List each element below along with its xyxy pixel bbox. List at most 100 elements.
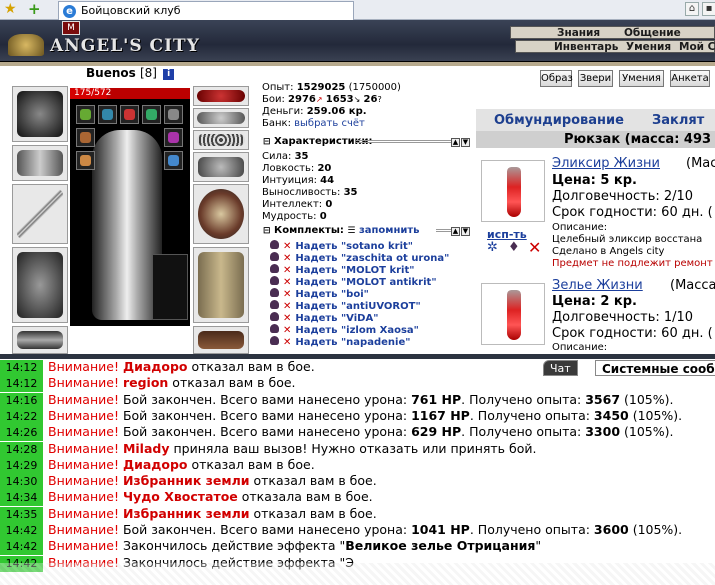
bank-select-link[interactable]: выбрать счёт (294, 118, 365, 129)
home-icon[interactable]: ⌂ (685, 2, 699, 16)
rune-slot-6[interactable] (76, 128, 95, 147)
message-time[interactable]: 14:30 (0, 474, 43, 491)
tab-system-messages[interactable]: Системные сообщ (595, 360, 715, 376)
feeds-icon[interactable]: ▪ (702, 2, 715, 16)
rune-slot-8[interactable] (76, 151, 95, 170)
message-time[interactable]: 14:42 (0, 523, 43, 539)
browser-toolbar: ★ + e Бойцовский клуб ⌂ ▪ (0, 0, 715, 20)
add-favorite-icon[interactable]: + (28, 0, 41, 18)
nav-my[interactable]: Мой С (679, 41, 715, 53)
site-logo[interactable]: ANGEL'S CITY (50, 36, 200, 56)
chat-message: 14:42 Внимание! Закончилось действие эффе… (0, 538, 541, 556)
pants-slot[interactable] (193, 247, 249, 323)
rune-slot-9[interactable] (164, 151, 183, 170)
rune-slot-1[interactable] (76, 105, 95, 124)
bag-icon (270, 276, 279, 285)
message-nick[interactable]: region (123, 375, 168, 390)
set-item[interactable]: ✕ Надеть "boi" (270, 288, 369, 300)
bag-icon[interactable]: ♦ (508, 240, 520, 255)
helmet-slot[interactable] (12, 86, 68, 142)
chat-message: 14:16 Внимание! Бой закончен. Всего вами … (0, 391, 673, 409)
message-nick[interactable]: Избранник земли (123, 506, 250, 521)
image-button[interactable]: Образ (540, 70, 573, 87)
message-time[interactable]: 14:22 (0, 408, 43, 425)
message-time[interactable]: 14:35 (0, 506, 43, 523)
message-nick[interactable]: Чудо Хвостатое (123, 489, 238, 504)
armor-slot[interactable] (12, 247, 68, 323)
message-warning: Внимание! (48, 375, 119, 391)
message-damage: 629 HP (411, 424, 462, 440)
message-damage: 761 HP (411, 391, 462, 407)
nav-inventory[interactable]: Инвентарь (554, 41, 618, 53)
nav-communication[interactable]: Общение (624, 27, 681, 39)
set-item[interactable]: ✕ Надеть "antiUVOROT" (270, 300, 421, 312)
set-item[interactable]: ✕ Надеть "zaschita ot urona" (270, 252, 449, 264)
rune-slot-4[interactable] (142, 105, 161, 124)
message-warning: Внимание! (48, 489, 119, 505)
browser-tab[interactable]: e Бойцовский клуб (58, 1, 354, 20)
inventory-tabs: Обмундирование Заклят (476, 109, 715, 131)
bracers-slot[interactable] (12, 145, 68, 181)
rune-slot-7[interactable] (164, 128, 183, 147)
item-made: Сделано в Angels city (552, 246, 665, 257)
message-text: отказал вам в бое. (168, 375, 296, 391)
backpack-title: Рюкзак (масса: 493 (476, 131, 715, 148)
set-item[interactable]: ✕ Надеть "napadenie" (270, 336, 410, 348)
message-time[interactable]: 14:26 (0, 425, 43, 442)
pets-button[interactable]: Звери (578, 70, 613, 87)
settings-icon[interactable]: ✲ (487, 240, 498, 255)
message-time[interactable]: 14:28 (0, 441, 43, 458)
tab-spells[interactable]: Заклят (652, 113, 704, 128)
delete-icon[interactable]: ✕ (283, 337, 291, 349)
chat-message: 14:28 Внимание! Milady приняла ваш вызов!… (0, 441, 536, 458)
message-warning: Внимание! (48, 359, 119, 374)
amulet-slot[interactable] (193, 86, 249, 106)
message-time[interactable]: 14:12 (0, 360, 43, 376)
message-time[interactable]: 14:34 (0, 490, 43, 507)
section-up-icon[interactable]: ▲ (451, 138, 460, 147)
section-down-icon[interactable]: ▼ (461, 227, 470, 236)
profile-button[interactable]: Анкета (670, 70, 710, 87)
nav-skills[interactable]: Умения (626, 41, 671, 53)
pet-image[interactable] (152, 254, 188, 320)
tab-chat[interactable]: Чат (543, 360, 578, 376)
favorites-star-icon[interactable]: ★ (4, 1, 17, 17)
earrings-slot[interactable] (193, 108, 249, 128)
message-time[interactable]: 14:29 (0, 457, 43, 474)
rune-slot-2[interactable] (98, 105, 117, 124)
info-icon[interactable]: i (163, 69, 175, 80)
set-item[interactable]: ✕ Надеть "ViDA" (270, 312, 378, 324)
tab-equipment[interactable]: Обмундирование (494, 113, 624, 128)
message-nick[interactable]: Диадоро (123, 457, 188, 472)
delete-icon[interactable]: ✕ (528, 238, 541, 257)
rune-slot-3[interactable] (120, 105, 139, 124)
shield-slot[interactable] (193, 184, 249, 244)
item-name[interactable]: Зелье Жизни (552, 278, 643, 293)
item-name[interactable]: Эликсир Жизни (552, 156, 660, 171)
message-time[interactable]: 14:12 (0, 376, 43, 393)
message-text: отказал вам в бое. (187, 456, 315, 472)
top-nav: Знания Общение (510, 26, 715, 39)
rune-slot-5[interactable] (164, 105, 183, 124)
belt-slot[interactable] (12, 326, 68, 354)
skills-button[interactable]: Умения (619, 70, 664, 87)
section-up-icon[interactable]: ▲ (451, 227, 460, 236)
remember-link[interactable]: запомнить (359, 225, 420, 236)
message-time[interactable]: 14:42 (0, 539, 43, 556)
nav-knowledge[interactable]: Знания (557, 27, 600, 39)
set-item[interactable]: ✕ Надеть "izlom Xaosa" (270, 324, 419, 336)
message-nick[interactable]: Milady (123, 441, 170, 456)
message-nick[interactable]: Избранник земли (123, 473, 250, 488)
message-damage: 1041 HP (411, 522, 470, 537)
set-item[interactable]: ✕ Надеть "MOLOT krit" (270, 264, 414, 276)
bag-icon (270, 288, 279, 297)
rings-slot[interactable] (193, 130, 249, 150)
message-nick[interactable]: Диадоро (123, 359, 188, 374)
message-time[interactable]: 14:16 (0, 392, 43, 409)
set-item[interactable]: ✕ Надеть "sotano krit" (270, 240, 413, 252)
section-down-icon[interactable]: ▼ (461, 138, 470, 147)
weapon-slot[interactable] (12, 184, 68, 244)
boots-slot[interactable] (193, 326, 249, 354)
gloves-slot[interactable] (193, 152, 249, 182)
set-item[interactable]: ✕ Надеть "MOLOT antikrit" (270, 276, 437, 288)
